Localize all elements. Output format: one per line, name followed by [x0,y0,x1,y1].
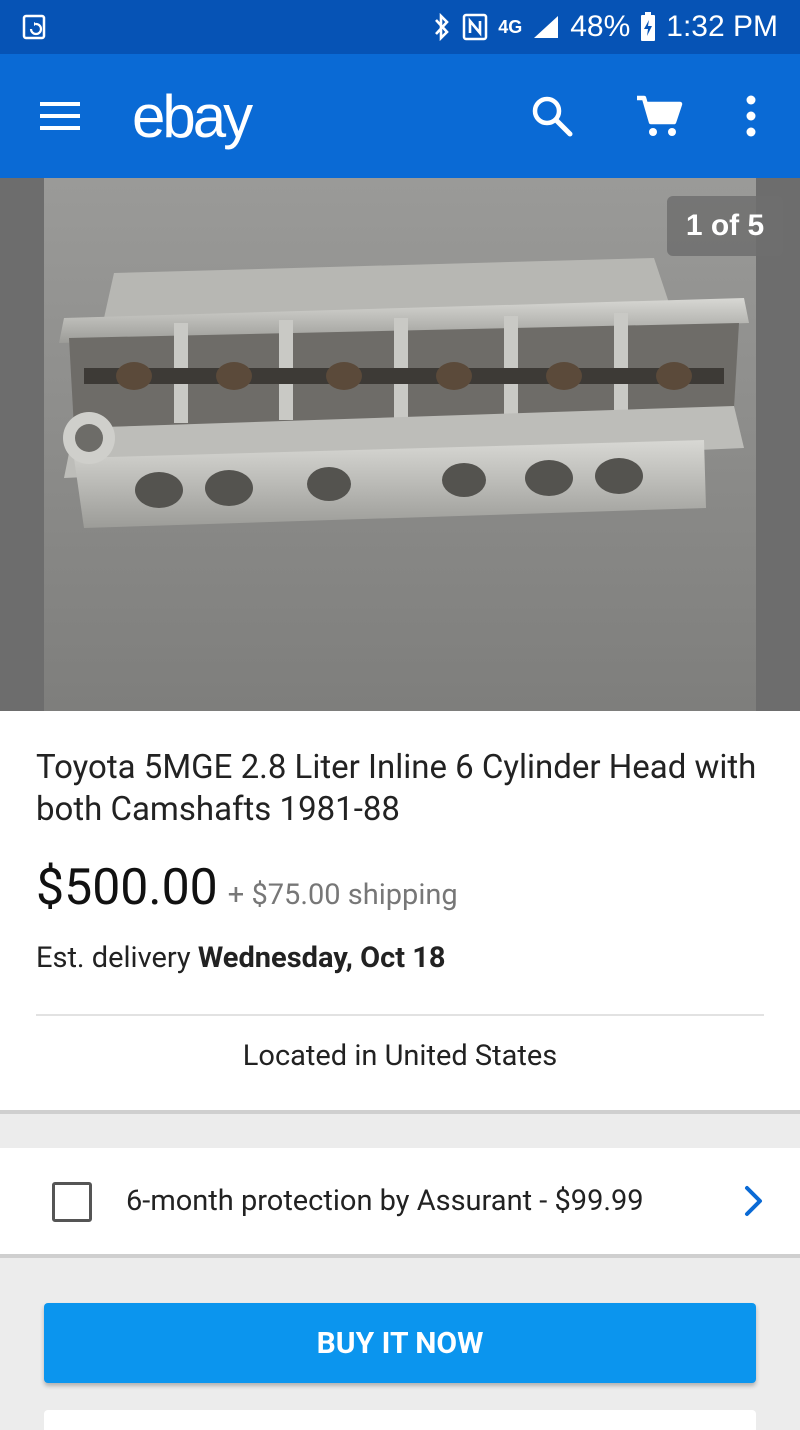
search-icon [532,96,573,137]
battery-percent: 48% [570,10,631,43]
shipping-cost: + $75.00 shipping [227,878,458,912]
image-counter: 1 of 5 [667,196,783,256]
cart-button[interactable] [634,92,684,140]
menu-button[interactable] [38,94,84,138]
price-row: $500.00 + $75.00 shipping [36,859,458,917]
clock: 1:32 PM [666,10,778,43]
more-options-button[interactable] [738,92,764,140]
signal-icon [532,14,560,40]
search-button[interactable] [528,92,576,140]
image-carousel[interactable] [0,178,800,711]
delivery-date: Wednesday, Oct 18 [197,941,446,975]
item-info-card: Toyota 5MGE 2.8 Liter Inline 6 Cylinder … [0,711,800,1111]
battery-charging-icon [640,12,656,42]
divider [36,1014,764,1016]
protection-shadow [0,1254,800,1258]
status-bar: 4G 48% 1:32 PM [0,0,800,54]
screenshot-notification-icon [22,14,46,40]
chevron-right-icon[interactable] [742,1184,766,1218]
protection-checkbox[interactable] [52,1182,92,1222]
item-location: Located in United States [242,1039,558,1073]
next-card-edge [44,1410,756,1430]
cart-icon [637,95,683,136]
card-shadow [0,1110,800,1114]
protection-plan-row[interactable]: 6-month protection by Assurant - $99.99 [0,1148,800,1254]
ebay-logo[interactable]: ebay [132,82,253,151]
item-title: Toyota 5MGE 2.8 Liter Inline 6 Cylinder … [36,748,757,829]
app-bar: ebay [0,54,800,178]
protection-label: 6-month protection by Assurant - $99.99 [126,1184,644,1218]
more-vert-icon [746,95,756,137]
product-photo[interactable] [44,178,756,711]
buy-it-now-button[interactable]: BUY IT NOW [44,1303,756,1383]
network-type-icon: 4G [498,16,523,37]
delivery-label: Est. delivery [36,941,191,975]
estimated-delivery: Est. delivery Wednesday, Oct 18 [36,941,446,975]
bluetooth-icon [432,12,452,42]
nfc-icon [462,13,488,41]
menu-icon [40,102,80,130]
item-price: $500.00 [36,859,218,917]
